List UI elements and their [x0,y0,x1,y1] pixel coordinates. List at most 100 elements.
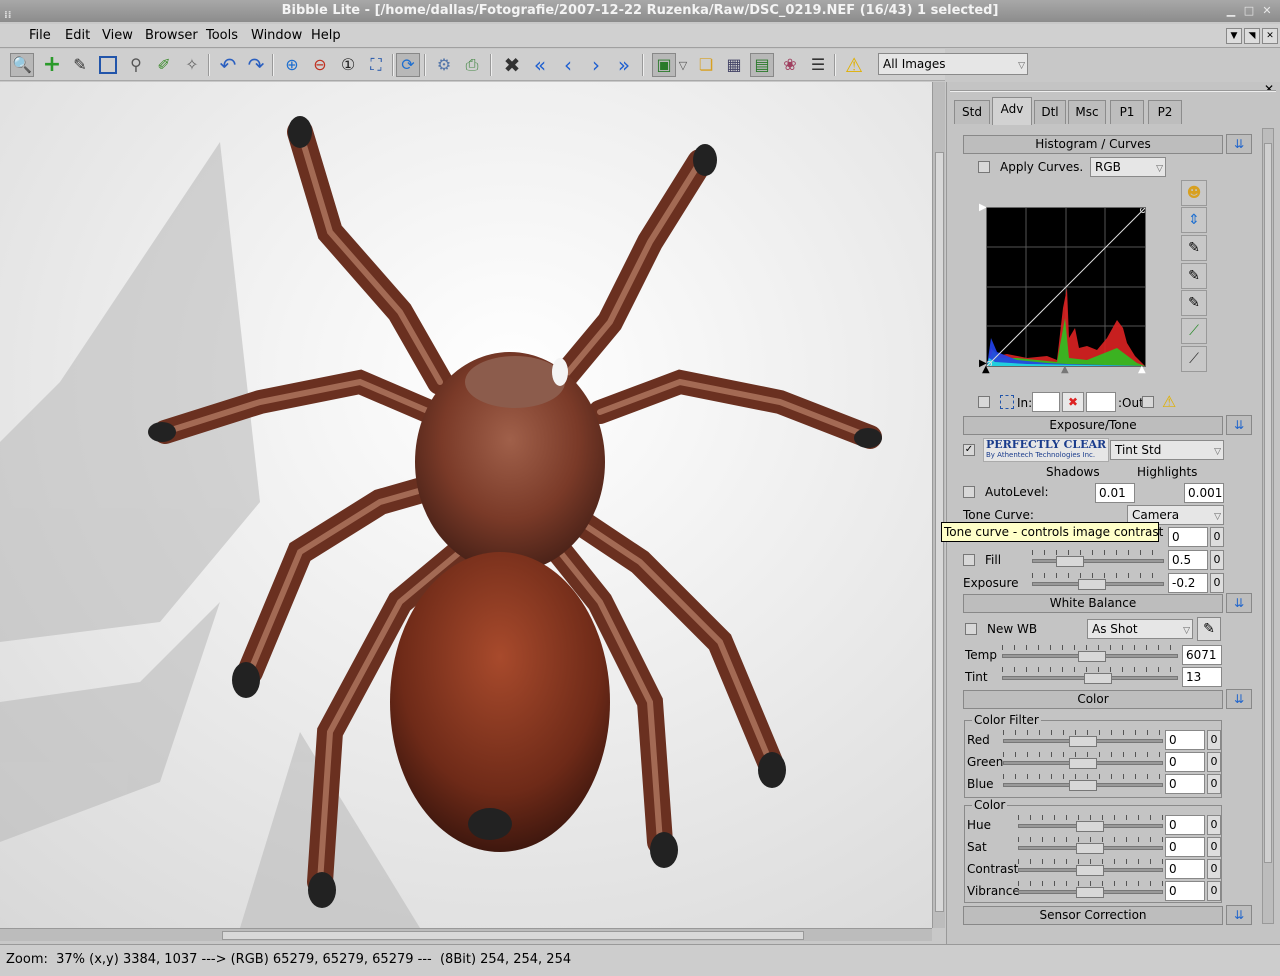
green-reset-button[interactable]: 0 [1207,752,1221,772]
red-reset-button[interactable]: 0 [1207,730,1221,750]
curve-channel-select[interactable]: RGB ▽ [1090,157,1166,177]
close-window-icon[interactable]: ✕ [1260,4,1274,18]
blue-slider[interactable] [1003,774,1163,794]
tab-p2[interactable]: P2 [1148,100,1182,124]
color-icon[interactable]: ❀ [778,53,802,77]
viewer-horizontal-scroll-thumb[interactable] [222,931,804,940]
curve-presets-icon[interactable]: ☻ [1181,180,1207,206]
menu-view[interactable]: View [102,28,133,43]
color-contrast-slider[interactable] [1018,859,1163,879]
histogram-section-header[interactable]: Histogram / Curves [963,135,1223,154]
view-dropdown-icon[interactable]: ▽ [676,53,690,77]
first-image-icon[interactable]: « [528,53,552,77]
input-black-slider-icon[interactable]: ▲ [982,364,990,375]
exposure-slider[interactable] [1032,573,1164,593]
contrast-value-field[interactable]: 0 [1168,527,1208,547]
warning-icon[interactable]: ⚠ [842,53,866,77]
magnifier-tool-icon[interactable]: 🔍 [10,53,34,77]
white-balance-section-header[interactable]: White Balance [963,594,1223,613]
exposure-section-header[interactable]: Exposure/Tone [963,416,1223,435]
in-value-field[interactable] [1032,392,1060,412]
menu-file[interactable]: File [29,28,51,43]
zoom-100-icon[interactable]: ① [336,53,360,77]
mdi-menu-icon[interactable]: ▼ [1226,28,1242,44]
gray-eyedropper-icon[interactable]: ✎ [1181,263,1207,289]
previous-image-icon[interactable]: ‹ [556,53,580,77]
contrast-reset-button[interactable]: 0 [1210,527,1224,547]
select-region-icon[interactable] [1000,395,1014,409]
menu-window[interactable]: Window [251,28,302,43]
batch-icon[interactable]: ▦ [722,53,746,77]
vibrance-value-field[interactable]: 0 [1165,881,1205,901]
autolevel-checkbox[interactable] [963,486,975,498]
zoom-fit-icon[interactable]: ⛶ [364,53,388,77]
sensor-correction-toggle-icon[interactable]: ⇊ [1226,905,1252,925]
sensor-correction-section-header[interactable]: Sensor Correction [963,906,1223,925]
fill-slider[interactable] [1032,550,1164,570]
white-eyedropper-icon[interactable]: ✎ [1181,290,1207,316]
thumbnails-icon[interactable]: ❏ [694,53,718,77]
viewer-horizontal-scrollbar[interactable] [0,928,932,941]
black-eyedropper-icon[interactable]: ✎ [1181,235,1207,261]
fill-checkbox[interactable] [963,554,975,566]
fill-reset-button[interactable]: 0 [1210,550,1224,570]
out-clip-checkbox[interactable] [1142,396,1154,408]
menu-help[interactable]: Help [311,28,341,43]
mdi-restore-icon[interactable]: ◥ [1244,28,1260,44]
tab-std[interactable]: Std [954,100,990,124]
refresh-icon[interactable]: ⟳ [396,53,420,77]
histogram-toggle-icon[interactable]: ⇊ [1226,134,1252,154]
input-gamma-slider-icon[interactable]: ▲ [1061,364,1069,375]
exposure-value-field[interactable]: -0.2 [1168,573,1208,593]
image-view-icon[interactable]: ▣ [652,53,676,77]
green-value-field[interactable]: 0 [1165,752,1205,772]
redo-icon[interactable]: ↷ [244,53,268,77]
image-viewer[interactable] [0,82,932,928]
out-value-field[interactable] [1086,392,1116,412]
crop-icon[interactable] [96,53,120,77]
tint-slider[interactable] [1002,667,1178,687]
hue-reset-button[interactable]: 0 [1207,815,1221,835]
blue-value-field[interactable]: 0 [1165,774,1205,794]
image-filter-select[interactable]: All Images ▽ [878,53,1028,75]
apply-curves-checkbox[interactable] [978,161,990,173]
fill-value-field[interactable]: 0.5 [1168,550,1208,570]
reset-curve-icon[interactable]: ⟋ [1181,346,1207,372]
hue-value-field[interactable]: 0 [1165,815,1205,835]
white-balance-toggle-icon[interactable]: ⇊ [1226,593,1252,613]
color-contrast-value-field[interactable]: 0 [1165,859,1205,879]
menu-tools[interactable]: Tools [206,28,238,43]
tab-adv[interactable]: Adv [992,97,1032,125]
zoom-in-icon[interactable]: ⊕ [280,53,304,77]
tab-dtl[interactable]: Dtl [1034,100,1066,124]
wb-eyedropper-icon[interactable]: ✎ [1197,617,1221,641]
panel-scrollbar[interactable] [1262,128,1274,924]
tab-msc[interactable]: Msc [1068,100,1106,124]
panel-close-icon[interactable]: ✕ [1264,82,1274,96]
menu-edit[interactable]: Edit [65,28,90,43]
green-slider[interactable] [1003,752,1163,772]
wb-mode-select[interactable]: As Shot ▽ [1087,619,1193,639]
color-contrast-reset-button[interactable]: 0 [1207,859,1221,879]
temp-value-field[interactable]: 6071 [1182,645,1222,665]
settings-icon[interactable]: ⚙ [432,53,456,77]
undo-icon[interactable]: ↶ [216,53,240,77]
viewer-vertical-scrollbar[interactable] [932,82,945,928]
temp-slider[interactable] [1002,645,1178,665]
red-value-field[interactable]: 0 [1165,730,1205,750]
red-slider[interactable] [1003,730,1163,750]
vibrance-reset-button[interactable]: 0 [1207,881,1221,901]
zoom-lens-icon[interactable]: ⚲ [124,53,148,77]
panel-scroll-thumb[interactable] [1264,143,1272,863]
next-image-icon[interactable]: › [584,53,608,77]
last-image-icon[interactable]: » [612,53,636,77]
editor-icon[interactable]: ▤ [750,53,774,77]
white-point-marker-icon[interactable]: ▶ [979,202,987,213]
curve-sync-icon[interactable]: ⇕ [1181,207,1207,233]
minimize-icon[interactable]: ▁ [1224,4,1238,18]
vibrance-slider[interactable] [1018,881,1163,901]
maximize-icon[interactable]: □ [1242,4,1256,18]
autolevel-shadows-field[interactable]: 0.01 [1095,483,1135,503]
color-curves-icon[interactable]: ⟋ [1181,318,1207,344]
delete-icon[interactable]: ✖ [500,53,524,77]
